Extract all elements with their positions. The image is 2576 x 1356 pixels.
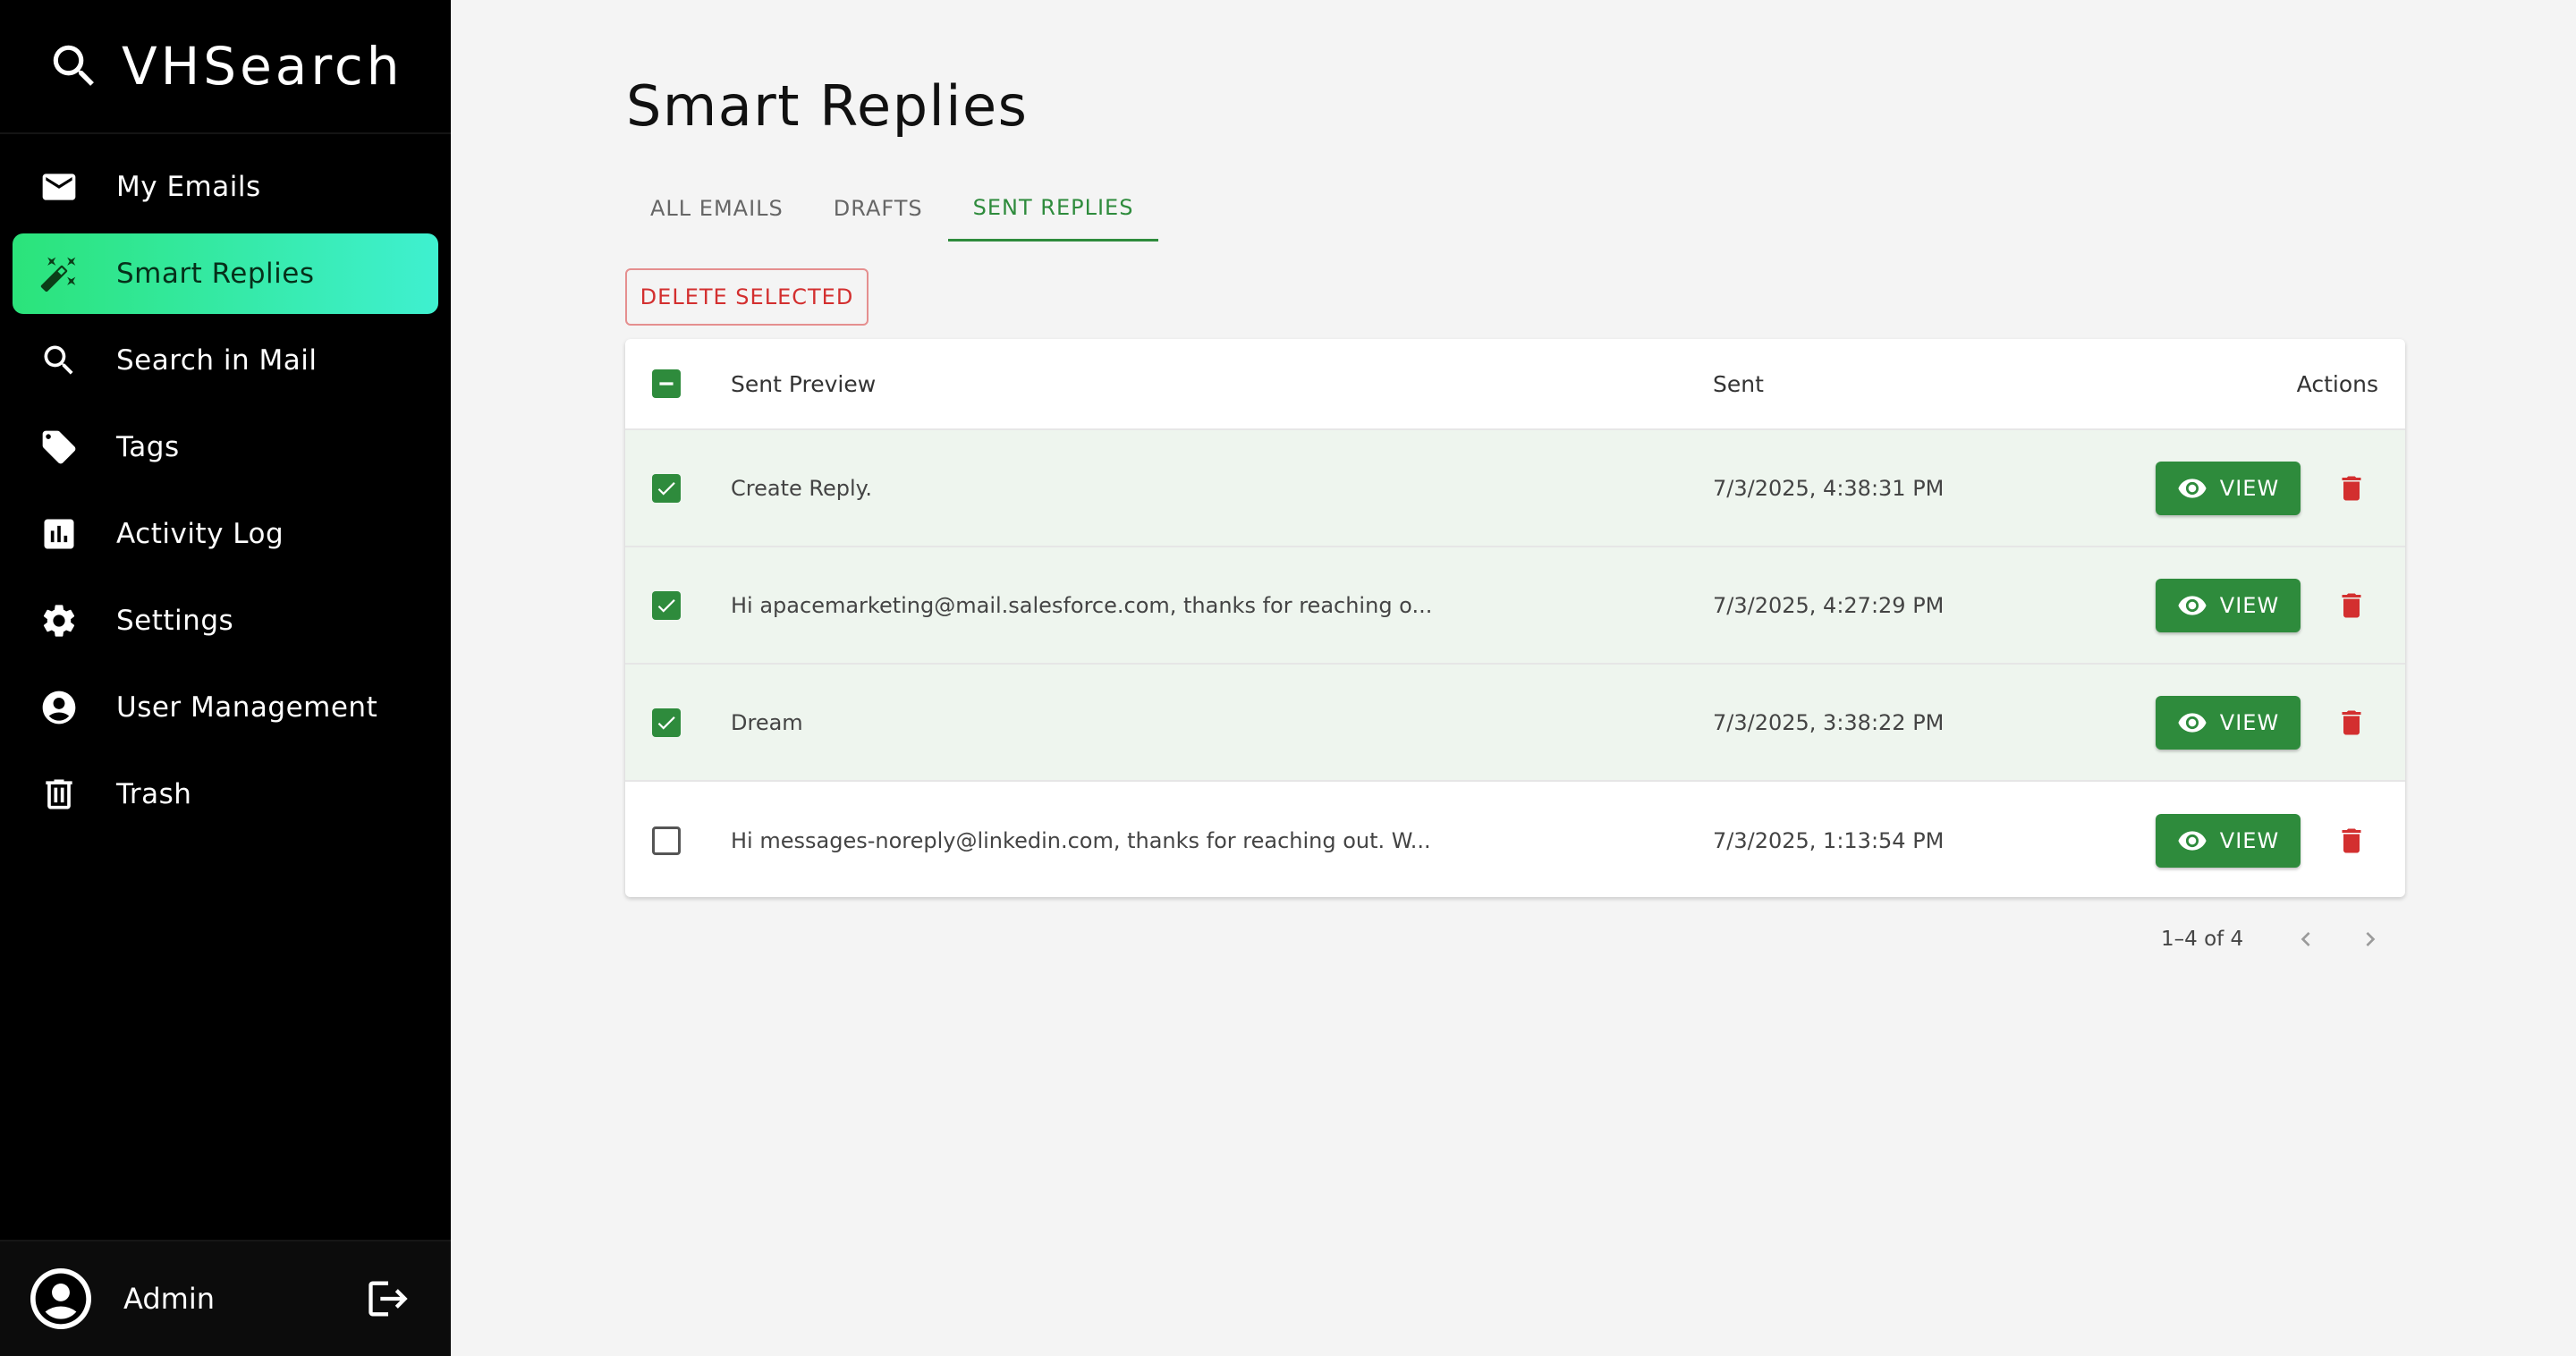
table-row[interactable]: Dream 7/3/2025, 3:38:22 PM VIEW [625,665,2405,782]
sidebar-item-settings[interactable]: Settings [13,581,438,661]
indeterminate-icon [659,382,674,386]
chevron-left-icon [2301,932,2310,946]
table-header: Sent Preview Sent Actions [625,339,2405,430]
pagination: 1–4 of 4 [2161,921,2417,957]
sidebar-item-label: My Emails [116,171,261,203]
check-icon [657,716,675,730]
view-button[interactable]: VIEW [2156,813,2301,868]
sidebar-item-label: Trash [116,778,192,810]
view-button[interactable]: VIEW [2156,461,2301,515]
tags-icon [39,428,79,467]
row-sent-time: 7/3/2025, 4:38:31 PM [1713,475,1945,501]
search-icon [39,341,79,380]
sidebar-item-my-emails[interactable]: My Emails [13,147,438,227]
previous-page-button[interactable] [2288,921,2324,957]
select-all-checkbox[interactable] [652,369,681,398]
sidebar-item-smart-replies[interactable]: Smart Replies [13,233,438,314]
search-icon [53,45,94,86]
gear-icon [39,601,79,640]
row-sent-time: 7/3/2025, 1:13:54 PM [1713,827,1945,853]
check-icon [657,481,675,496]
view-button[interactable]: VIEW [2156,578,2301,632]
eye-icon [2178,595,2207,615]
sent-replies-table: Sent Preview Sent Actions Create Reply. … [625,339,2405,897]
view-button-label: VIEW [2219,475,2280,501]
delete-row-button[interactable] [2332,586,2371,625]
avatar[interactable] [30,1268,91,1329]
sidebar-item-tags[interactable]: Tags [13,407,438,487]
tab-drafts[interactable]: DRAFTS [809,175,948,242]
trash-icon [2342,710,2361,734]
sidebar-item-label: Tags [116,431,180,463]
row-sent-time: 7/3/2025, 4:27:29 PM [1713,592,1945,618]
bar-chart-icon [39,514,79,554]
view-button-label: VIEW [2219,592,2280,618]
sidebar-nav: My Emails Smart Replies Search in Mail T… [0,134,451,835]
check-icon [657,598,675,613]
sidebar-item-search-in-mail[interactable]: Search in Mail [13,320,438,401]
row-preview: Hi apacemarketing@mail.salesforce.com, t… [731,592,1433,618]
row-sent-time: 7/3/2025, 3:38:22 PM [1713,709,1945,735]
row-checkbox[interactable] [652,590,681,620]
row-preview: Dream [731,709,803,735]
sidebar-item-label: User Management [116,691,378,724]
column-header-actions: Actions [2296,370,2378,397]
brand-header: VHSearch [0,0,451,134]
row-checkbox[interactable] [652,826,681,855]
table-row[interactable]: Create Reply. 7/3/2025, 4:38:31 PM VIEW [625,430,2405,547]
trash-icon [2342,593,2361,617]
magic-wand-icon [39,254,79,293]
delete-row-button[interactable] [2332,703,2371,742]
row-preview: Create Reply. [731,475,873,501]
eye-icon [2178,478,2207,498]
tabs: ALL EMAILS DRAFTS SENT REPLIES [625,175,1159,242]
delete-row-button[interactable] [2332,821,2371,860]
row-checkbox[interactable] [652,708,681,737]
sidebar-item-label: Smart Replies [116,258,315,290]
account-circle-icon [39,688,79,727]
sidebar-item-user-management[interactable]: User Management [13,667,438,748]
user-bar: Admin [0,1240,451,1356]
delete-selected-button[interactable]: DELETE SELECTED [625,268,869,326]
account-circle-icon [35,1273,87,1325]
view-button-label: VIEW [2219,827,2280,853]
column-header-preview[interactable]: Sent Preview [731,371,876,397]
sidebar-item-label: Activity Log [116,518,284,550]
trash-icon [2342,828,2361,852]
app-name: VHSearch [122,36,403,97]
chevron-right-icon [2366,932,2376,946]
tab-sent-replies[interactable]: SENT REPLIES [947,175,1159,242]
delete-row-button[interactable] [2332,469,2371,508]
user-name: Admin [123,1282,215,1316]
view-button-label: VIEW [2219,709,2280,735]
row-preview: Hi messages-noreply@linkedin.com, thanks… [731,827,1431,853]
tab-all-emails[interactable]: ALL EMAILS [625,175,809,242]
sidebar-item-label: Search in Mail [116,344,318,377]
trash-icon [39,775,79,814]
next-page-button[interactable] [2352,921,2388,957]
eye-icon [2178,830,2207,851]
main-content: Smart Replies ALL EMAILS DRAFTS SENT REP… [451,0,2576,1356]
logout-button[interactable] [365,1275,411,1322]
pagination-range: 1–4 of 4 [2161,928,2244,951]
sidebar-item-activity-log[interactable]: Activity Log [13,494,438,574]
column-header-sent[interactable]: Sent [1713,371,1764,397]
table-row[interactable]: Hi apacemarketing@mail.salesforce.com, t… [625,547,2405,665]
sidebar-item-label: Settings [116,605,234,637]
mail-icon [39,167,79,207]
logout-icon [369,1281,408,1317]
trash-icon [2342,476,2361,500]
sidebar: VHSearch My Emails Smart Replies Search … [0,0,451,1356]
row-checkbox[interactable] [652,473,681,503]
sidebar-item-trash[interactable]: Trash [13,754,438,835]
page-title: Smart Replies [626,73,1029,139]
eye-icon [2178,712,2207,733]
view-button[interactable]: VIEW [2156,695,2301,750]
table-row[interactable]: Hi messages-noreply@linkedin.com, thanks… [625,782,2405,897]
